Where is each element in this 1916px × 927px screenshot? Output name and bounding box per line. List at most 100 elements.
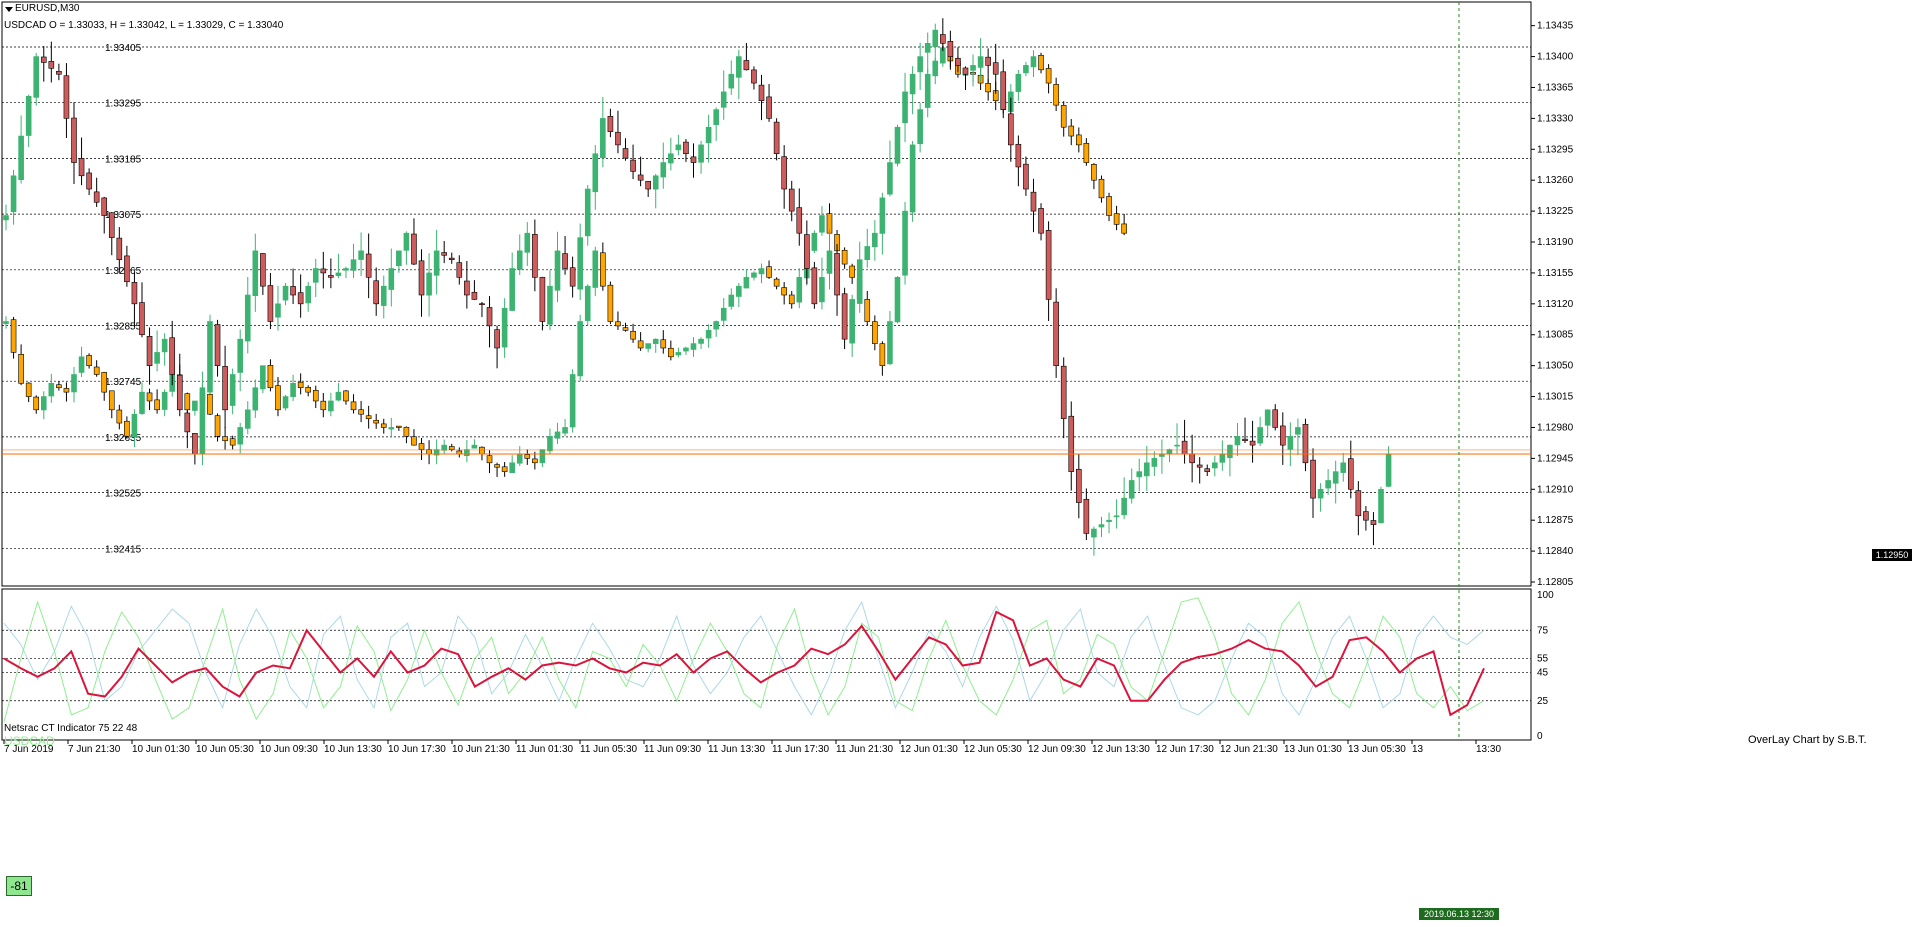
overlay-candle-body bbox=[645, 343, 651, 349]
candle-body bbox=[101, 197, 108, 216]
candle-body bbox=[637, 174, 644, 181]
overlay-candle-body bbox=[101, 372, 108, 393]
overlay-candle-body bbox=[343, 390, 349, 402]
overlay-candle-body bbox=[1113, 213, 1120, 225]
candle-body bbox=[373, 280, 379, 305]
overlay-candle-body bbox=[297, 381, 304, 389]
candle-body bbox=[448, 257, 455, 260]
right-axis-tick: 1.12840 bbox=[1537, 546, 1574, 557]
candle-body bbox=[154, 352, 160, 364]
dropdown-arrow-icon[interactable] bbox=[5, 7, 13, 12]
overlay-candle-body bbox=[426, 449, 432, 455]
candle-body bbox=[1332, 471, 1339, 484]
right-axis-tick: 1.13260 bbox=[1537, 175, 1574, 186]
indicator-title: Netsrac CT Indicator 75 22 48 bbox=[4, 723, 138, 734]
candle-body bbox=[554, 250, 561, 291]
time-tick-label: 11 Jun 17:30 bbox=[772, 744, 830, 755]
candle-body bbox=[600, 118, 606, 159]
candle-body bbox=[698, 144, 704, 163]
time-tick-label: 11 Jun 05:30 bbox=[580, 744, 638, 755]
candle-body bbox=[1287, 435, 1294, 450]
overlay-axis-tick: 1.32965 bbox=[105, 266, 142, 277]
overlay-candle-body bbox=[222, 436, 228, 442]
candle-body bbox=[607, 116, 614, 132]
candle-body bbox=[365, 253, 372, 278]
right-axis-tick: 1.13050 bbox=[1537, 361, 1574, 372]
candle-body bbox=[652, 175, 659, 190]
overlay-ohlc-info: USDCAD O = 1.33033, H = 1.33042, L = 1.3… bbox=[4, 20, 284, 31]
candle-body bbox=[56, 70, 62, 75]
time-tick-label: 12 Jun 13:30 bbox=[1092, 744, 1150, 755]
candle-body bbox=[751, 69, 757, 84]
candle-body bbox=[1174, 444, 1180, 447]
overlay-candle-body bbox=[139, 391, 145, 414]
ct-line bbox=[3, 610, 1485, 717]
right-axis-tick: 1.12875 bbox=[1537, 515, 1574, 526]
overlay-candle-body bbox=[909, 144, 916, 213]
candle-body bbox=[728, 73, 735, 89]
candle-body bbox=[758, 84, 765, 102]
candle-body bbox=[1038, 208, 1044, 234]
overlay-candle-body bbox=[108, 390, 115, 411]
overlay-candle-body bbox=[267, 365, 274, 389]
candle-body bbox=[743, 60, 750, 71]
candle-body bbox=[1189, 453, 1195, 464]
overlay-candle-body bbox=[1015, 73, 1022, 92]
candle-body bbox=[955, 57, 961, 66]
overlay-candle-body bbox=[532, 458, 538, 464]
right-axis-tick: 1.12910 bbox=[1537, 484, 1574, 495]
overlay-candle-body bbox=[652, 338, 659, 344]
overlay-candle-body bbox=[547, 435, 553, 452]
overlay-candle-body bbox=[864, 299, 871, 322]
right-axis-tick: 1.13190 bbox=[1537, 237, 1574, 248]
candle-body bbox=[1053, 301, 1059, 366]
candle-body bbox=[1378, 488, 1384, 524]
candle-body bbox=[1310, 459, 1316, 499]
cursor-time-tag: 2019.06.13 12:30 bbox=[1419, 908, 1499, 920]
candle-body bbox=[229, 374, 236, 406]
candle-body bbox=[335, 272, 342, 276]
candle-body bbox=[139, 302, 145, 336]
overlay-candle-body bbox=[1068, 125, 1075, 137]
overlay-candle-body bbox=[486, 455, 493, 464]
overlay-candle-body bbox=[562, 427, 568, 434]
candle-body bbox=[108, 212, 115, 238]
candle-body bbox=[380, 285, 387, 306]
time-tick-label: 11 Jun 01:30 bbox=[516, 744, 574, 755]
overlay-candle-body bbox=[773, 278, 780, 287]
candle-body bbox=[1151, 458, 1158, 467]
candle-body bbox=[40, 56, 47, 63]
overlay-candle-body bbox=[335, 391, 342, 401]
candle-body bbox=[124, 255, 130, 283]
overlay-candle-body bbox=[788, 294, 795, 305]
overlay-candle-body bbox=[403, 426, 410, 437]
right-axis-tick: 1.13365 bbox=[1537, 82, 1574, 93]
overlay-candle-body bbox=[441, 444, 447, 451]
overlay-candle-body bbox=[1083, 143, 1090, 163]
time-tick-label: 12 Jun 05:30 bbox=[964, 744, 1022, 755]
overlay-candle-body bbox=[1053, 84, 1059, 106]
overlay-candle-body bbox=[373, 419, 379, 424]
candle-body bbox=[343, 268, 349, 271]
candle-body bbox=[93, 191, 100, 203]
candle-body bbox=[1227, 444, 1233, 458]
candle-body bbox=[577, 237, 583, 290]
overlay-candle-body bbox=[637, 340, 644, 349]
right-axis-tick: 1.13330 bbox=[1537, 113, 1574, 124]
overlay-candle-body bbox=[116, 409, 123, 424]
overlay-candle-body bbox=[229, 438, 236, 446]
overlay-candle-body bbox=[819, 215, 825, 233]
candle-body bbox=[532, 234, 538, 278]
candle-body bbox=[471, 291, 478, 300]
candle-body bbox=[509, 268, 515, 311]
candle-body bbox=[267, 285, 274, 322]
candle-body bbox=[1060, 365, 1067, 419]
overlay-candle-body bbox=[879, 343, 886, 366]
candle-body bbox=[841, 293, 848, 340]
candle-body bbox=[1045, 230, 1052, 300]
candle-body bbox=[811, 267, 818, 305]
candle-body bbox=[547, 285, 553, 325]
overlay-candle-body bbox=[161, 391, 168, 410]
candle-body bbox=[1068, 415, 1075, 472]
candle-body bbox=[244, 294, 251, 342]
